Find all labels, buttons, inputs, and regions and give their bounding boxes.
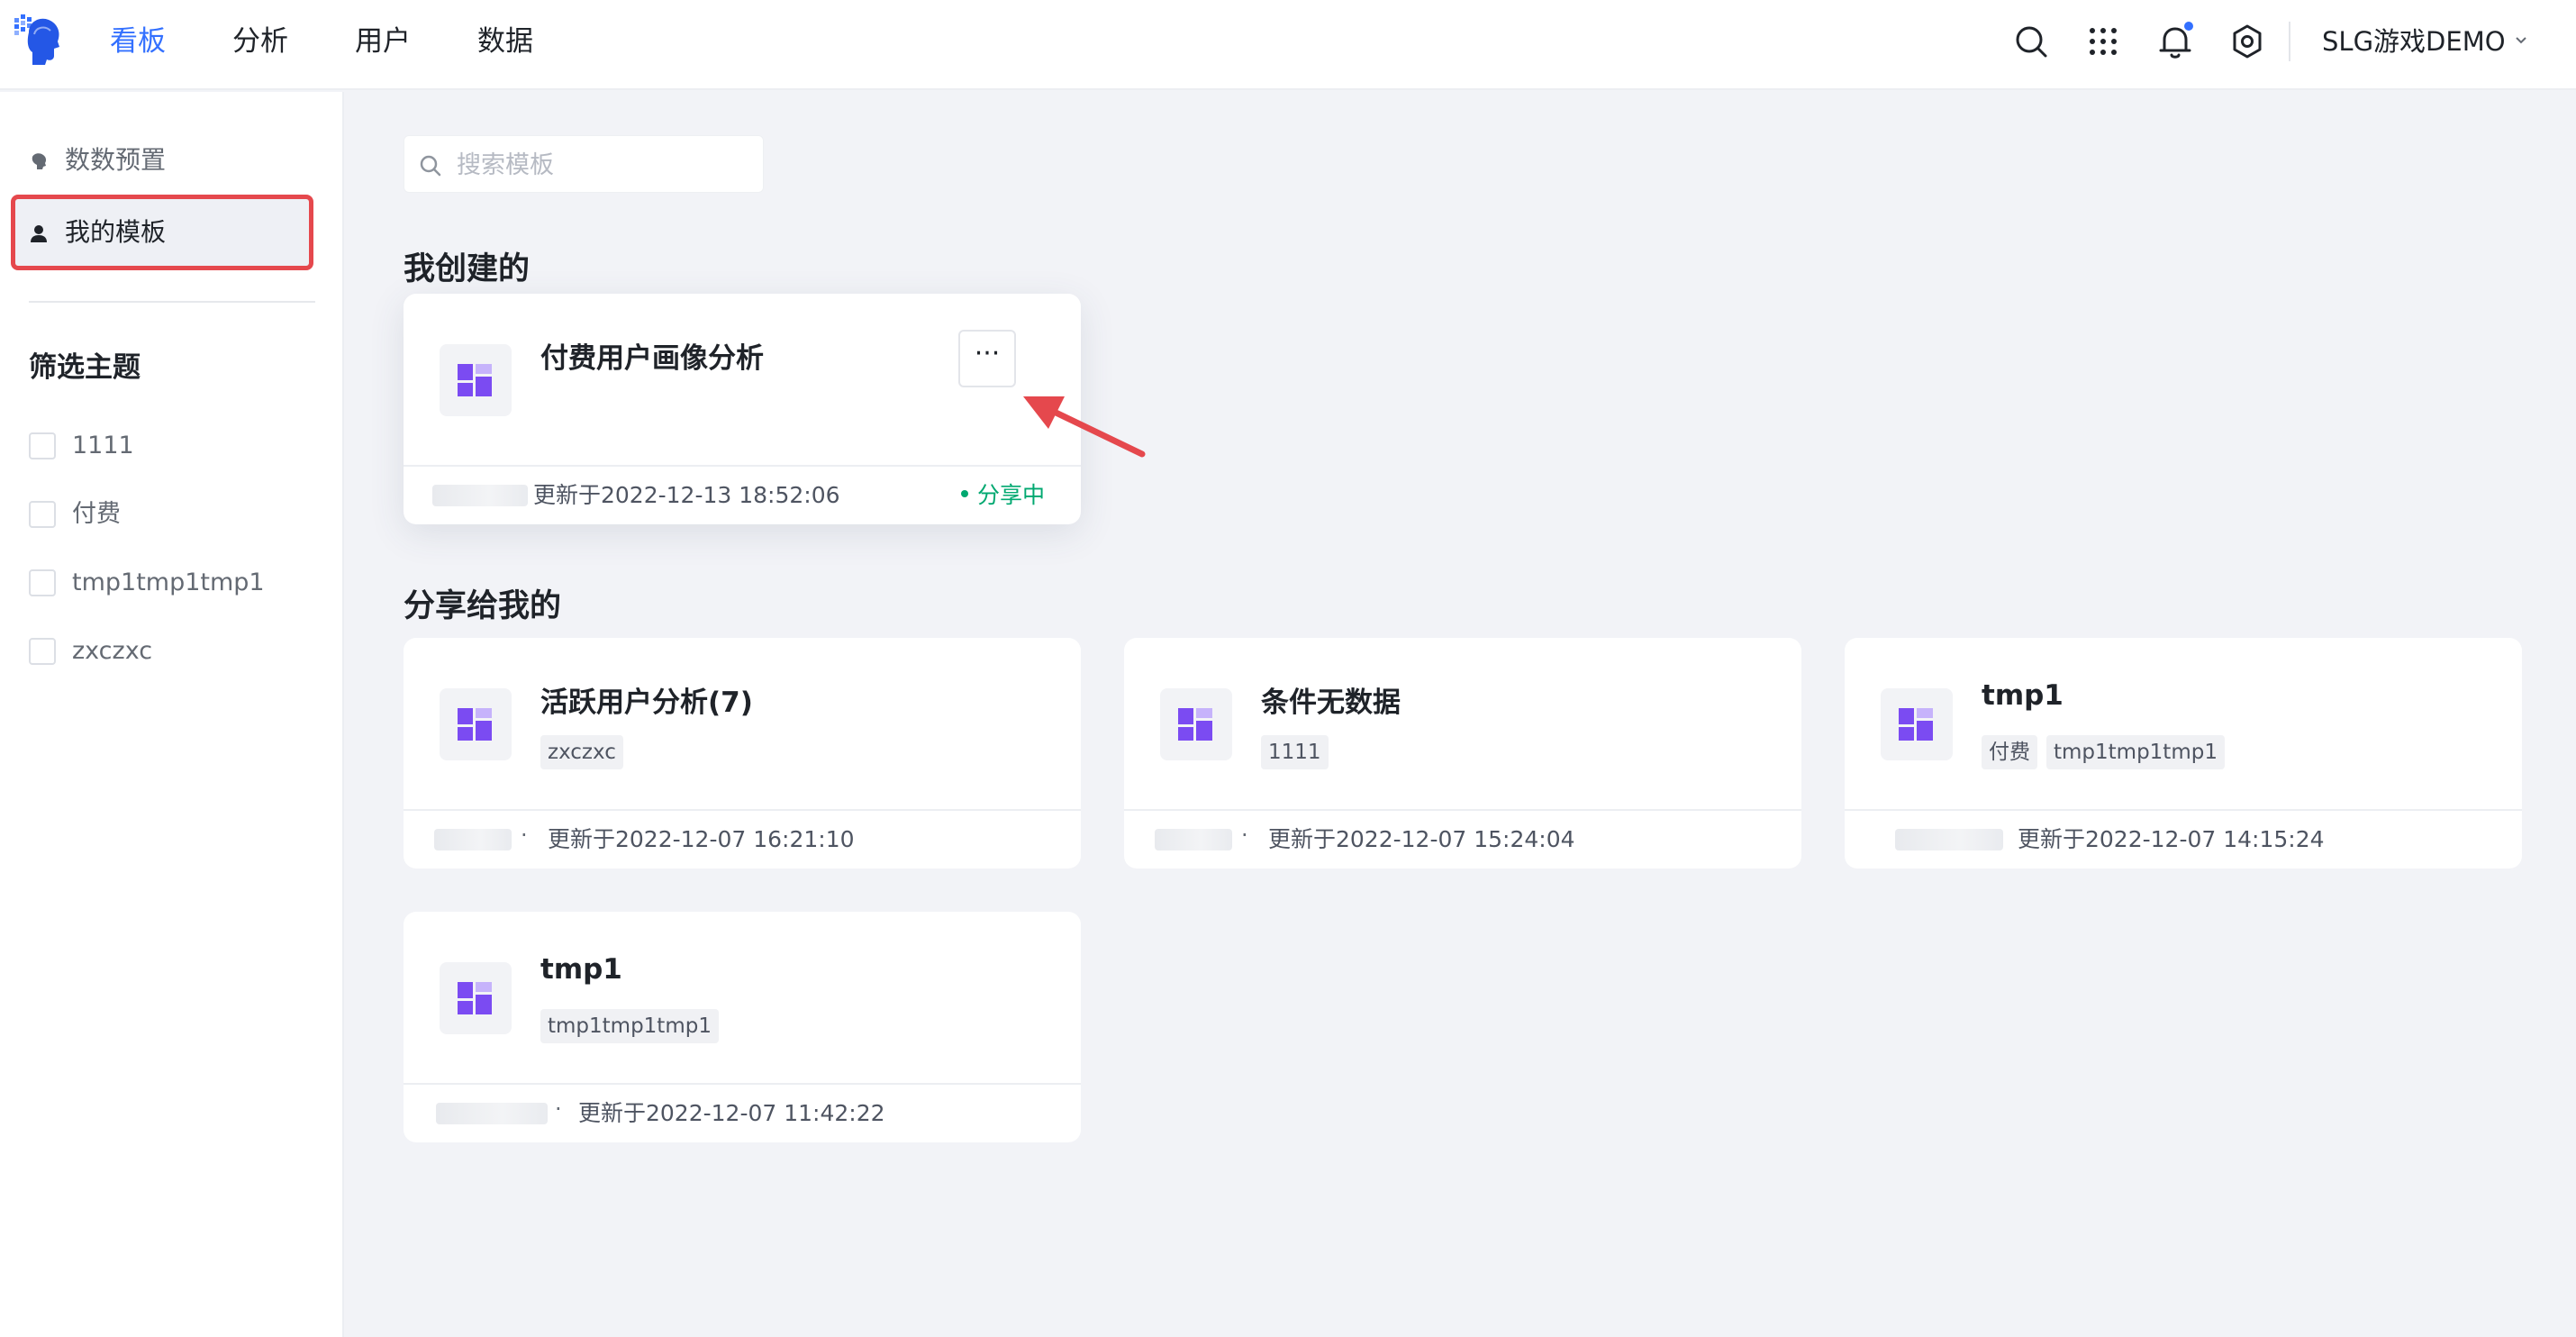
tag-list: 付费 tmp1tmp1tmp1 <box>1982 735 2225 771</box>
share-status: 分享中 <box>960 467 1045 524</box>
search-input[interactable] <box>457 145 745 185</box>
updated-time: 更新于2022-12-07 16:21:10 <box>548 826 855 852</box>
sidebar: 数数预置 我的模板 筛选主题 1111 付费 tmp1tmp1tmp1 zxcz… <box>0 92 344 1337</box>
search-icon <box>420 155 441 177</box>
settings-icon[interactable] <box>2227 22 2267 61</box>
filter-title: 筛选主题 <box>29 351 141 384</box>
annotation-arrow-icon <box>1023 396 1146 458</box>
blurred-owner-name <box>1895 829 2003 850</box>
template-title: tmp1 <box>540 953 622 986</box>
bell-icon[interactable] <box>2155 22 2195 61</box>
blurred-owner-name <box>432 485 528 506</box>
template-card[interactable]: tmp1 tmp1tmp1tmp1 . 更新于2022-12-07 11:42:… <box>404 912 1081 1142</box>
updated-time: 更新于2022-12-07 15:24:04 <box>1268 826 1575 852</box>
filter-label: zxczxc <box>72 637 153 665</box>
filter-label: tmp1tmp1tmp1 <box>72 568 265 596</box>
preset-icon <box>32 153 47 169</box>
blurred-owner-name <box>436 1103 548 1124</box>
card-footer: . 更新于2022-12-07 15:24:04 <box>1124 811 1801 869</box>
separator-dot: . <box>521 816 528 841</box>
top-navigation-bar: 看板 分析 用户 数据 SLG游戏DEMO <box>0 0 2576 90</box>
share-status-label: 分享中 <box>976 482 1045 508</box>
apps-grid-icon[interactable] <box>2083 22 2123 61</box>
template-title: 活跃用户分析(7) <box>540 687 753 719</box>
project-name: SLG游戏DEMO <box>2322 26 2506 57</box>
topic-tag: 付费 <box>1982 735 2037 769</box>
filter-label: 付费 <box>72 500 121 528</box>
tag-list: tmp1tmp1tmp1 <box>540 1009 719 1045</box>
checkbox[interactable] <box>29 638 56 665</box>
sidebar-item-label: 数数预置 <box>65 145 167 175</box>
updated-time: 更新于2022-12-07 14:15:24 <box>2018 826 2325 852</box>
updated-time: 更新于2022-12-13 18:52:06 <box>533 482 840 508</box>
topic-tag: 1111 <box>1261 735 1329 769</box>
topic-tag: tmp1tmp1tmp1 <box>2046 735 2225 769</box>
nav-tab-users[interactable]: 用户 <box>355 23 411 59</box>
user-icon <box>31 225 47 242</box>
nav-tab-data[interactable]: 数据 <box>477 23 533 59</box>
template-icon <box>440 688 512 760</box>
template-title: tmp1 <box>1982 679 2064 712</box>
template-card[interactable]: 活跃用户分析(7) zxczxc . 更新于2022-12-07 16:21:1… <box>404 638 1081 869</box>
filter-label: 1111 <box>72 432 134 459</box>
template-icon <box>440 962 512 1034</box>
separator-dot: . <box>1241 816 1248 841</box>
status-dot-icon <box>960 490 968 497</box>
template-card[interactable]: 条件无数据 1111 . 更新于2022-12-07 15:24:04 <box>1124 638 1801 869</box>
updated-time: 更新于2022-12-07 11:42:22 <box>578 1100 885 1126</box>
template-search[interactable] <box>404 135 764 193</box>
card-footer: 更新于2022-12-07 14:15:24 <box>1845 811 2522 869</box>
checkbox[interactable] <box>29 432 56 459</box>
card-footer: . 更新于2022-12-07 11:42:22 <box>404 1085 1081 1142</box>
template-card[interactable]: tmp1 付费 tmp1tmp1tmp1 更新于2022-12-07 14:15… <box>1845 638 2522 869</box>
template-icon <box>1160 688 1232 760</box>
more-options-button[interactable]: ··· <box>958 330 1016 387</box>
template-card[interactable]: 付费用户画像分析 ··· 更新于2022-12-13 18:52:06 分享中 <box>404 294 1081 524</box>
card-footer: . 更新于2022-12-07 16:21:10 <box>404 811 1081 869</box>
tag-list: 1111 <box>1261 735 1329 771</box>
topic-tag: tmp1tmp1tmp1 <box>540 1009 719 1043</box>
brain-logo-icon[interactable] <box>13 13 63 67</box>
separator-dot: . <box>555 1090 562 1115</box>
checkbox[interactable] <box>29 569 56 596</box>
nav-tab-dashboard[interactable]: 看板 <box>110 23 166 59</box>
nav-tab-analysis[interactable]: 分析 <box>232 23 288 59</box>
template-title: 条件无数据 <box>1261 687 1401 719</box>
chevron-down-icon <box>2516 37 2526 44</box>
sidebar-divider <box>29 301 315 303</box>
template-title: 付费用户画像分析 <box>540 342 764 375</box>
section-title-created: 我创建的 <box>404 251 531 287</box>
blurred-owner-name <box>1155 829 1232 850</box>
template-icon <box>1881 688 1953 760</box>
card-footer: 更新于2022-12-13 18:52:06 分享中 <box>404 467 1081 524</box>
sidebar-item-label: 我的模板 <box>65 217 167 247</box>
search-icon[interactable] <box>2011 22 2051 61</box>
checkbox[interactable] <box>29 501 56 528</box>
template-icon <box>440 344 512 416</box>
header-divider <box>2289 22 2290 61</box>
project-switcher[interactable]: SLG游戏DEMO <box>2322 23 2526 59</box>
section-title-shared: 分享给我的 <box>404 588 562 624</box>
topic-tag: zxczxc <box>540 735 623 769</box>
blurred-owner-name <box>434 829 512 850</box>
tag-list: zxczxc <box>540 735 623 771</box>
